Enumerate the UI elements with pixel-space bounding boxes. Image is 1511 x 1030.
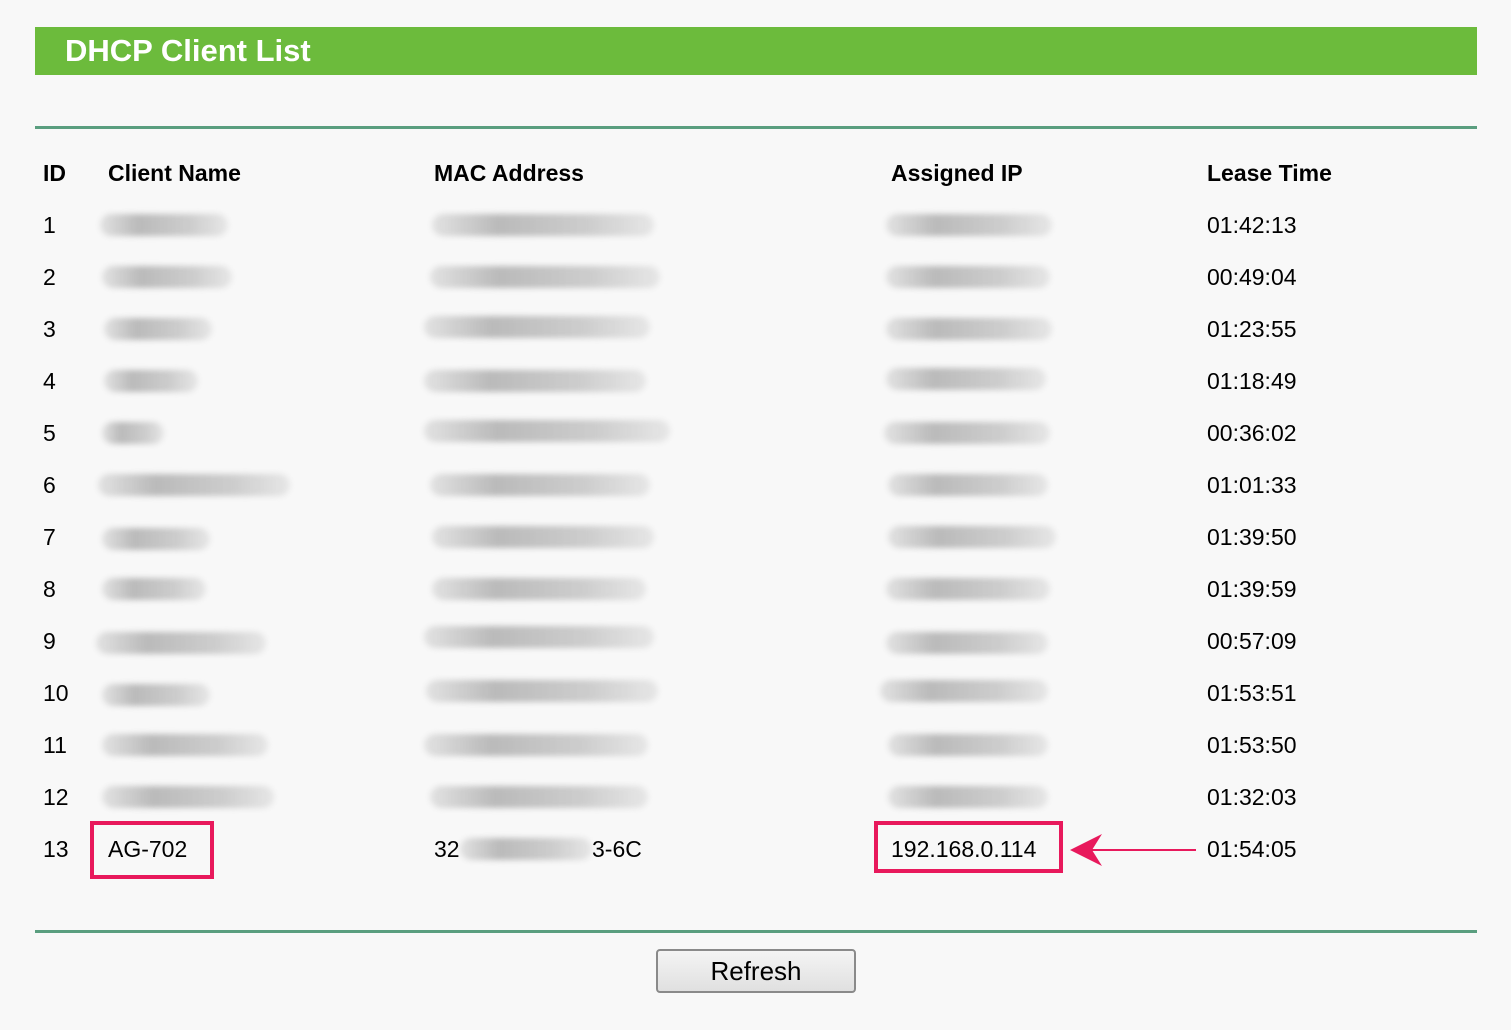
mac-address-prefix: 32 <box>434 836 460 862</box>
client-name-redacted <box>100 214 228 236</box>
mac-address-redacted <box>432 526 654 548</box>
assigned-ip-redacted <box>888 474 1048 496</box>
mac-address-redacted <box>430 786 648 808</box>
client-name-redacted <box>102 734 268 756</box>
row-id: 5 <box>43 420 56 446</box>
lease-time: 01:54:05 <box>1207 836 1297 862</box>
row-id: 7 <box>43 524 56 550</box>
bottom-divider <box>35 930 1477 933</box>
assigned-ip-redacted <box>886 632 1048 654</box>
mac-address-redacted <box>424 420 670 442</box>
column-header-id: ID <box>43 160 66 186</box>
row-id: 2 <box>43 264 56 290</box>
client-name-redacted <box>102 266 232 288</box>
mac-address-redacted <box>430 266 660 288</box>
assigned-ip-redacted <box>886 318 1052 340</box>
mac-address-suffix: 3-6C <box>592 836 642 862</box>
mac-address-redacted <box>432 214 654 236</box>
mac-address-redacted <box>424 316 650 338</box>
client-name-redacted <box>102 422 164 444</box>
column-header-assigned-ip: Assigned IP <box>891 160 1023 186</box>
lease-time: 01:18:49 <box>1207 368 1297 394</box>
mac-address-redacted <box>424 370 646 392</box>
client-name-redacted <box>102 786 274 808</box>
lease-time: 01:42:13 <box>1207 212 1297 238</box>
client-name-redacted <box>96 632 266 654</box>
assigned-ip-redacted <box>888 526 1056 548</box>
lease-time: 01:32:03 <box>1207 784 1297 810</box>
mac-address-redacted <box>432 578 646 600</box>
client-name-redacted <box>98 474 290 496</box>
row-id: 6 <box>43 472 56 498</box>
mac-address-redacted <box>430 474 650 496</box>
client-name-redacted <box>102 578 206 600</box>
mac-address-redacted <box>424 734 648 756</box>
row-id: 8 <box>43 576 56 602</box>
client-name-redacted <box>104 370 198 392</box>
assigned-ip-redacted <box>886 578 1050 600</box>
refresh-button[interactable]: Refresh <box>656 949 856 993</box>
row-id: 3 <box>43 316 56 342</box>
client-name-redacted <box>104 318 212 340</box>
column-header-mac-address: MAC Address <box>434 160 584 186</box>
lease-time: 00:36:02 <box>1207 420 1297 446</box>
assigned-ip: 192.168.0.114 <box>891 836 1037 862</box>
assigned-ip-redacted <box>888 786 1048 808</box>
assigned-ip-redacted <box>886 266 1050 288</box>
pointer-arrow-icon <box>1070 834 1196 866</box>
client-name-redacted <box>102 528 210 550</box>
row-id: 11 <box>43 732 67 758</box>
title-bar: DHCP Client List <box>35 27 1477 75</box>
row-id: 12 <box>43 784 69 810</box>
top-divider <box>35 126 1477 129</box>
assigned-ip-redacted <box>886 368 1046 390</box>
lease-time: 01:01:33 <box>1207 472 1297 498</box>
assigned-ip-redacted <box>888 734 1048 756</box>
lease-time: 01:53:51 <box>1207 680 1297 706</box>
client-name: AG-702 <box>108 836 188 862</box>
row-id: 13 <box>43 836 69 862</box>
dhcp-client-list-page: DHCP Client List ID Client Name MAC Addr… <box>0 0 1511 1030</box>
assigned-ip-redacted <box>884 422 1050 444</box>
page-title: DHCP Client List <box>65 33 311 68</box>
row-id: 9 <box>43 628 56 654</box>
row-id: 10 <box>43 680 69 706</box>
lease-time: 01:39:59 <box>1207 576 1297 602</box>
mac-address-redacted <box>426 680 658 702</box>
mac-address-redacted <box>424 626 654 648</box>
client-name-redacted <box>102 684 210 706</box>
column-header-client-name: Client Name <box>108 160 241 186</box>
row-id: 1 <box>43 212 56 238</box>
lease-time: 00:57:09 <box>1207 628 1297 654</box>
lease-time: 01:53:50 <box>1207 732 1297 758</box>
lease-time: 00:49:04 <box>1207 264 1297 290</box>
assigned-ip-redacted <box>886 214 1052 236</box>
lease-time: 01:23:55 <box>1207 316 1297 342</box>
lease-time: 01:39:50 <box>1207 524 1297 550</box>
assigned-ip-redacted <box>880 680 1048 702</box>
column-header-lease-time: Lease Time <box>1207 160 1332 186</box>
mac-address-redacted <box>460 838 592 860</box>
row-id: 4 <box>43 368 56 394</box>
